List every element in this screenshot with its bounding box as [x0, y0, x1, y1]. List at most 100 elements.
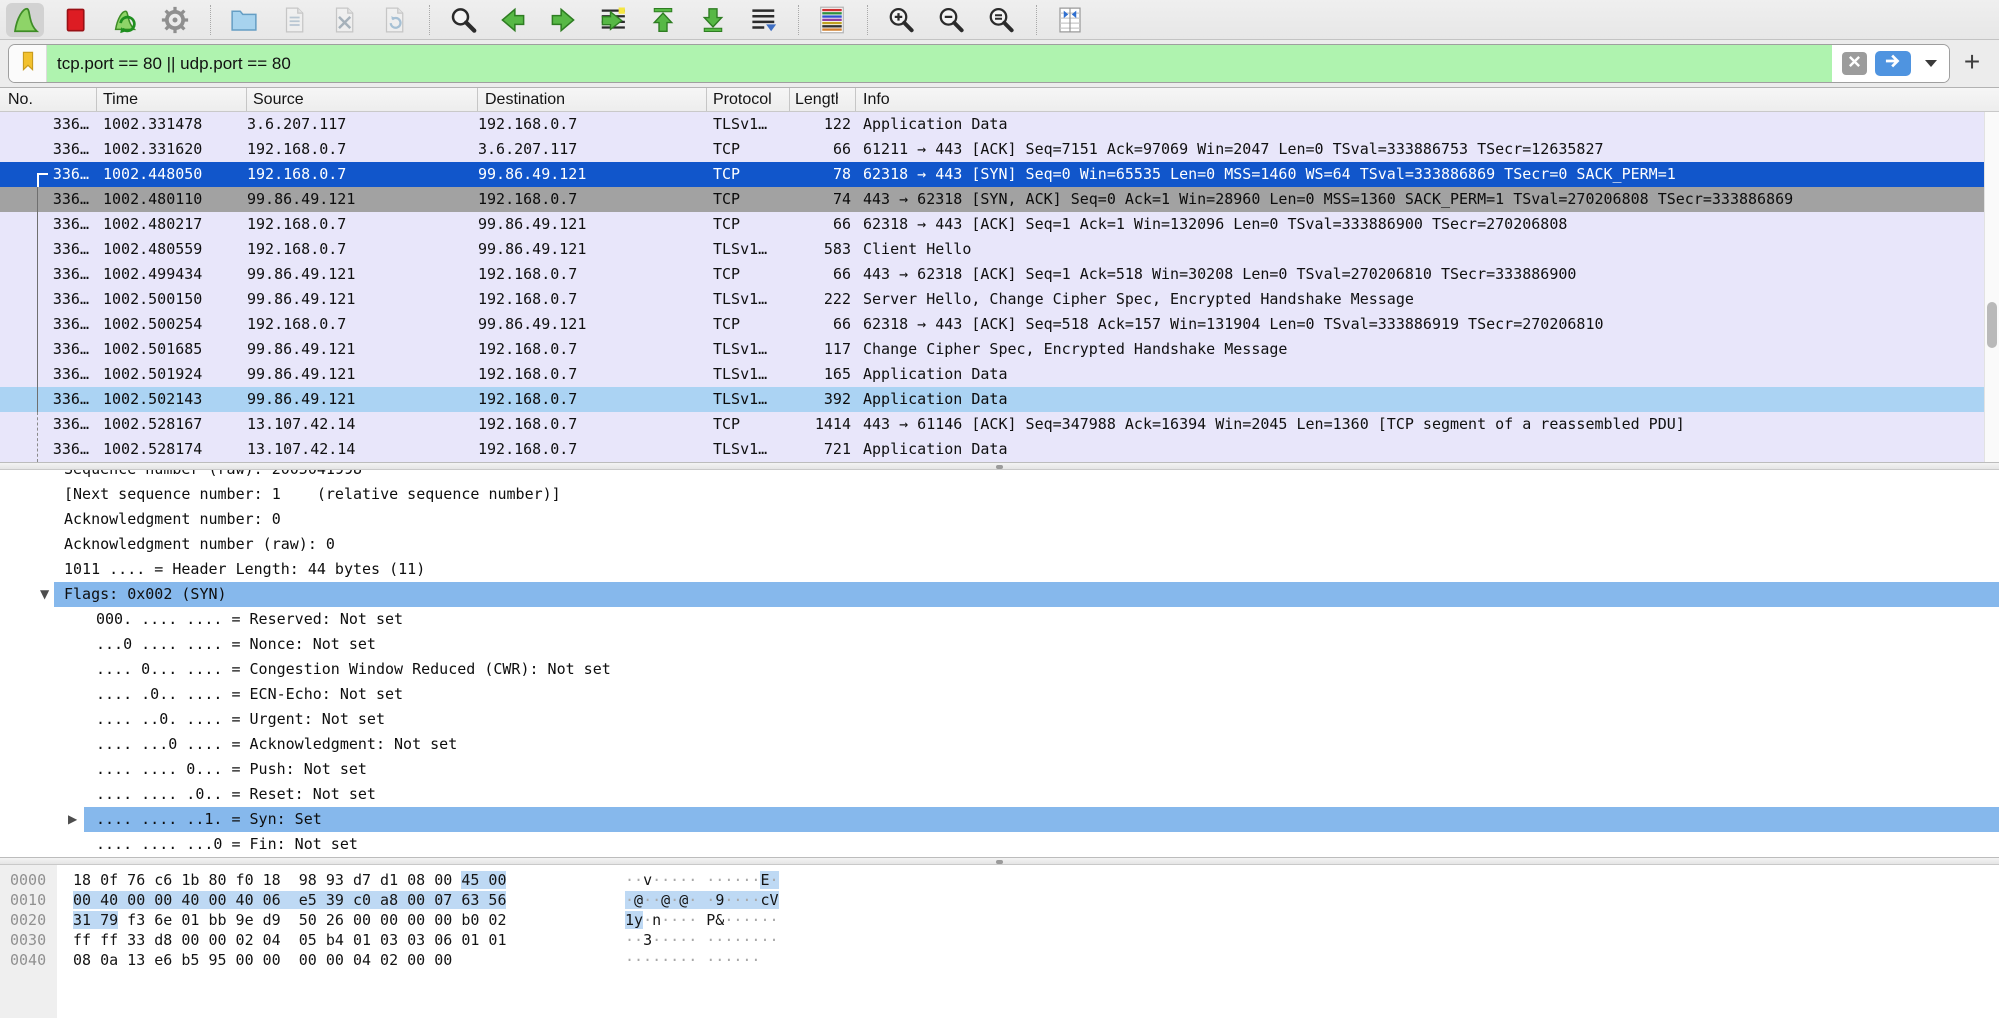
zoom-in-button[interactable]	[882, 3, 920, 37]
filter-bookmark-button[interactable]	[9, 45, 47, 82]
packet-row[interactable]: 336…1002.50015099.86.49.121192.168.0.7TL…	[0, 287, 1984, 312]
auto-scroll-button[interactable]	[744, 3, 782, 37]
detail-line[interactable]: [Next sequence number: 1 (relative seque…	[0, 482, 1999, 507]
start-capture-button[interactable]	[6, 3, 44, 37]
go-last-packet-button[interactable]	[694, 3, 732, 37]
packet-row[interactable]: 336…1002.3314783.6.207.117192.168.0.7TLS…	[0, 112, 1984, 137]
hex-ascii[interactable]: ·@··@·@· ·9····cV	[625, 890, 779, 910]
packet-list-header: No. Time Source Destination Protocol Len…	[0, 88, 1999, 112]
cell-protocol: TCP	[707, 312, 790, 337]
cell-protocol: TLSv1…	[707, 112, 790, 137]
hex-ascii[interactable]: ··3····· ········	[625, 930, 779, 950]
cell-source: 192.168.0.7	[247, 137, 478, 162]
cell-protocol: TLSv1…	[707, 287, 790, 312]
packet-row[interactable]: 336…1002.50192499.86.49.121192.168.0.7TL…	[0, 362, 1984, 387]
column-header-protocol[interactable]: Protocol	[707, 88, 790, 111]
hex-row[interactable]: 000018 0f 76 c6 1b 80 f0 18 98 93 d7 d1 …	[0, 870, 1999, 890]
packet-row[interactable]: 336…1002.331620192.168.0.73.6.207.117TCP…	[0, 137, 1984, 162]
detail-line[interactable]: .... ..0. .... = Urgent: Not set	[0, 707, 1999, 732]
stop-capture-button[interactable]	[56, 3, 94, 37]
hex-bytes[interactable]: 18 0f 76 c6 1b 80 f0 18 98 93 d7 d1 08 0…	[73, 870, 506, 890]
resize-columns-button[interactable]	[1051, 3, 1089, 37]
cell-protocol: TCP	[707, 162, 790, 187]
zoom-in-icon	[886, 5, 916, 35]
pane-splitter-bottom[interactable]	[0, 857, 1999, 865]
cell-length: 78	[790, 162, 856, 187]
chevron-down-icon[interactable]	[1925, 60, 1937, 67]
packet-row[interactable]: 336…1002.48011099.86.49.121192.168.0.7TC…	[0, 187, 1984, 212]
hex-bytes[interactable]: 00 40 00 00 40 00 40 06 e5 39 c0 a8 00 0…	[73, 890, 506, 910]
detail-line[interactable]: .... .0.. .... = ECN-Echo: Not set	[0, 682, 1999, 707]
go-forward-button[interactable]	[544, 3, 582, 37]
packet-row[interactable]: 336…1002.448050192.168.0.799.86.49.121TC…	[0, 162, 1984, 187]
cell-time: 1002.528167	[97, 412, 247, 437]
packet-row[interactable]: 336…1002.480559192.168.0.799.86.49.121TL…	[0, 237, 1984, 262]
packet-row[interactable]: 336…1002.480217192.168.0.799.86.49.121TC…	[0, 212, 1984, 237]
hex-bytes[interactable]: ff ff 33 d8 00 00 02 04 05 b4 01 03 03 0…	[73, 930, 506, 950]
colorize-button[interactable]	[813, 3, 851, 37]
reload-file-button[interactable]	[375, 3, 413, 37]
capture-options-button[interactable]	[156, 3, 194, 37]
find-packet-button[interactable]	[444, 3, 482, 37]
detail-line[interactable]: 1011 .... = Header Length: 44 bytes (11)	[0, 557, 1999, 582]
column-header-info[interactable]: Info	[856, 88, 1999, 111]
detail-line[interactable]: ...0 .... .... = Nonce: Not set	[0, 632, 1999, 657]
save-file-button[interactable]	[275, 3, 313, 37]
detail-line[interactable]: .... ...0 .... = Acknowledgment: Not set	[0, 732, 1999, 757]
detail-line[interactable]: Sequence number (raw): 2005041998	[0, 470, 1999, 482]
detail-line[interactable]: ▼Flags: 0x002 (SYN)	[54, 582, 1999, 607]
zoom-reset-button[interactable]	[982, 3, 1020, 37]
filter-clear-button[interactable]	[1842, 52, 1867, 75]
hex-row[interactable]: 0030ff ff 33 d8 00 00 02 04 05 b4 01 03 …	[0, 930, 1999, 950]
go-to-packet-button[interactable]	[594, 3, 632, 37]
detail-line[interactable]: .... .... .0.. = Reset: Not set	[0, 782, 1999, 807]
cell-time: 1002.528174	[97, 437, 247, 462]
detail-line[interactable]: .... .... ...0 = Fin: Not set	[0, 832, 1999, 857]
column-header-time[interactable]: Time	[97, 88, 247, 111]
hex-row[interactable]: 001000 40 00 00 40 00 40 06 e5 39 c0 a8 …	[0, 890, 1999, 910]
display-filter-input[interactable]: tcp.port == 80 || udp.port == 80	[47, 45, 1832, 82]
packet-row[interactable]: 336…1002.50214399.86.49.121192.168.0.7TL…	[0, 387, 1984, 412]
hex-bytes[interactable]: 31 79 f3 6e 01 bb 9e d9 50 26 00 00 00 0…	[73, 910, 506, 930]
expand-triangle-icon[interactable]: ▶	[68, 807, 77, 832]
packet-row[interactable]: 336…1002.500254192.168.0.799.86.49.121TC…	[0, 312, 1984, 337]
pane-splitter-top[interactable]	[0, 462, 1999, 470]
hex-ascii[interactable]: ··v····· ······E·	[625, 870, 779, 890]
hex-ascii[interactable]: 1y·n···· P&······	[625, 910, 779, 930]
go-back-button[interactable]	[494, 3, 532, 37]
detail-line[interactable]: 000. .... .... = Reserved: Not set	[0, 607, 1999, 632]
filter-apply-button[interactable]	[1875, 51, 1911, 76]
hex-bytes[interactable]: 08 0a 13 e6 b5 95 00 00 00 00 04 02 00 0…	[73, 950, 452, 970]
detail-line[interactable]: .... 0... .... = Congestion Window Reduc…	[0, 657, 1999, 682]
scrollbar-thumb[interactable]	[1987, 302, 1997, 348]
detail-line[interactable]: Acknowledgment number (raw): 0	[0, 532, 1999, 557]
packet-row[interactable]: 336…1002.52816713.107.42.14192.168.0.7TC…	[0, 412, 1984, 437]
restart-capture-button[interactable]	[106, 3, 144, 37]
column-header-length[interactable]: Length	[790, 88, 856, 111]
packet-row[interactable]: 336…1002.50168599.86.49.121192.168.0.7TL…	[0, 337, 1984, 362]
detail-line[interactable]: ▶.... .... ..1. = Syn: Set	[84, 807, 1999, 832]
hex-ascii[interactable]: ········ ······	[625, 950, 760, 970]
filter-controls	[1832, 45, 1949, 82]
column-header-no[interactable]: No.	[0, 88, 97, 111]
zoom-out-button[interactable]	[932, 3, 970, 37]
packet-list-scrollbar[interactable]	[1984, 112, 1999, 462]
hex-row[interactable]: 004008 0a 13 e6 b5 95 00 00 00 00 04 02 …	[0, 950, 1999, 970]
cell-no: 336…	[0, 287, 97, 312]
hex-row[interactable]: 002031 79 f3 6e 01 bb 9e d9 50 26 00 00 …	[0, 910, 1999, 930]
packet-row[interactable]: 336…1002.49943499.86.49.121192.168.0.7TC…	[0, 262, 1984, 287]
add-filter-button[interactable]: +	[1955, 42, 1989, 82]
collapse-triangle-icon[interactable]: ▼	[40, 582, 49, 607]
column-header-destination[interactable]: Destination	[478, 88, 707, 111]
cell-time: 1002.500150	[97, 287, 247, 312]
packet-row[interactable]: 336…1002.52817413.107.42.14192.168.0.7TL…	[0, 437, 1984, 462]
cell-no: 336…	[0, 187, 97, 212]
open-file-icon	[229, 5, 259, 35]
close-file-button[interactable]	[325, 3, 363, 37]
go-first-packet-button[interactable]	[644, 3, 682, 37]
open-file-button[interactable]	[225, 3, 263, 37]
column-header-source[interactable]: Source	[247, 88, 478, 111]
detail-line[interactable]: .... .... 0... = Push: Not set	[0, 757, 1999, 782]
detail-line[interactable]: Acknowledgment number: 0	[0, 507, 1999, 532]
cell-destination: 192.168.0.7	[478, 287, 707, 312]
